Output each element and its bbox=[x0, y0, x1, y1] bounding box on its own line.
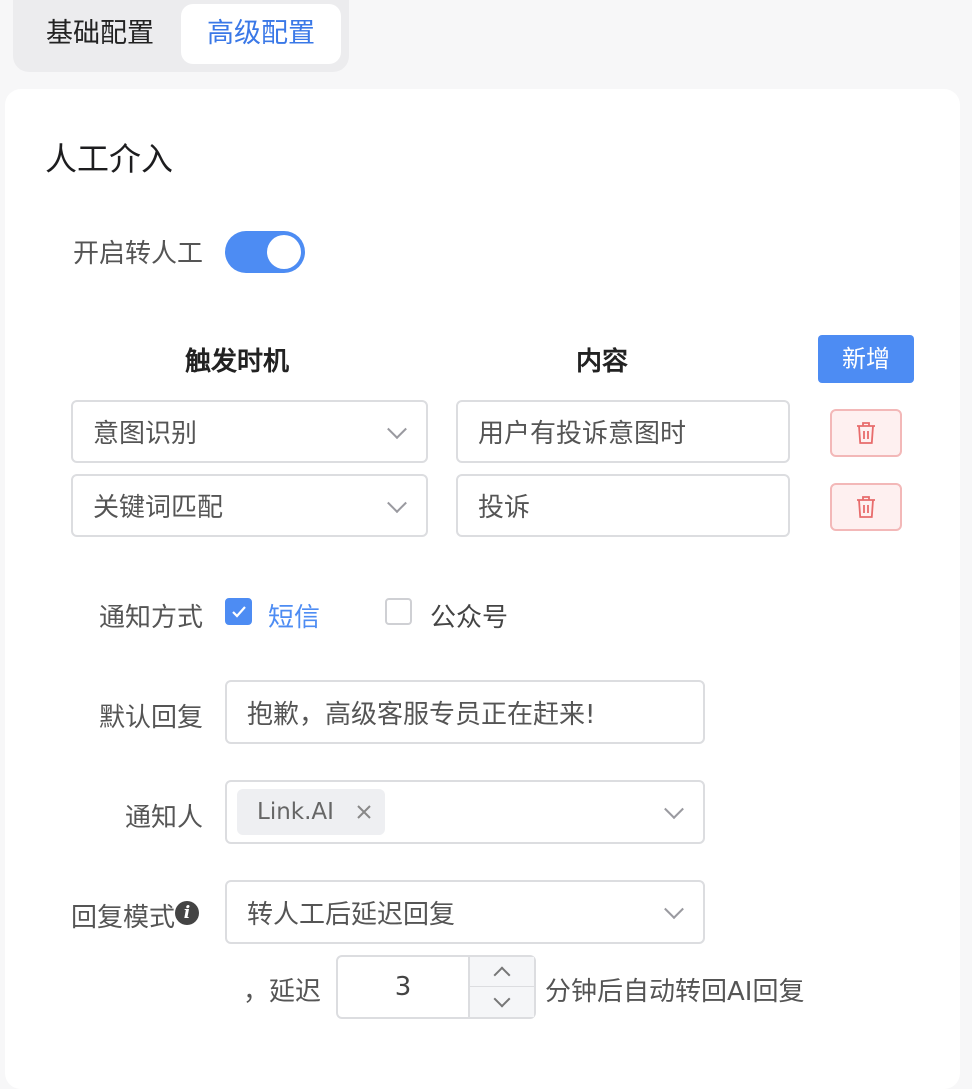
chevron-down-icon bbox=[664, 799, 684, 820]
default-reply-input[interactable]: 抱歉，高级客服专员正在赶来! bbox=[225, 680, 705, 744]
increment-button[interactable] bbox=[470, 957, 536, 987]
tab-advanced-config[interactable]: 高级配置 bbox=[181, 4, 341, 64]
delay-value[interactable]: 3 bbox=[338, 957, 468, 1017]
trigger-timing-select[interactable]: 意图识别 bbox=[71, 400, 428, 463]
sms-label[interactable]: 短信 bbox=[268, 597, 320, 634]
notify-method-label: 通知方式 bbox=[98, 603, 203, 633]
delete-trigger-button[interactable] bbox=[830, 409, 902, 457]
trigger-timing-select[interactable]: 关键词匹配 bbox=[71, 474, 428, 537]
reply-mode-label: 回复模式 bbox=[70, 903, 175, 933]
config-tabs: 基础配置 高级配置 bbox=[13, 0, 349, 72]
default-reply-label: 默认回复 bbox=[98, 703, 203, 733]
delay-stepper[interactable]: 3 bbox=[336, 955, 536, 1019]
trash-icon bbox=[857, 496, 875, 518]
trigger-content-input[interactable]: 投诉 bbox=[456, 474, 790, 537]
sms-checkbox[interactable] bbox=[225, 598, 252, 625]
tag-label: Link.AI bbox=[257, 799, 334, 825]
transfer-label: 开启转人工 bbox=[72, 239, 203, 269]
switch-knob bbox=[267, 235, 301, 269]
trigger-content-input[interactable]: 用户有投诉意图时 bbox=[456, 400, 790, 463]
delay-prefix: ，延迟 bbox=[243, 977, 322, 1007]
reply-mode-select[interactable]: 转人工后延迟回复 bbox=[225, 880, 705, 944]
chevron-down-icon bbox=[493, 990, 511, 1008]
chevron-down-icon bbox=[387, 492, 407, 513]
info-icon[interactable]: i bbox=[175, 901, 199, 925]
transfer-switch[interactable] bbox=[225, 231, 305, 273]
trash-icon bbox=[857, 422, 875, 444]
default-reply-value: 抱歉，高级客服专员正在赶来! bbox=[247, 699, 596, 730]
delete-trigger-button[interactable] bbox=[830, 483, 902, 531]
delay-suffix: 分钟后自动转回AI回复 bbox=[545, 977, 805, 1007]
trigger-timing-value: 关键词匹配 bbox=[93, 493, 224, 523]
column-header-timing: 触发时机 bbox=[185, 347, 290, 377]
trigger-content-value: 投诉 bbox=[478, 493, 531, 523]
tab-basic-config[interactable]: 基础配置 bbox=[27, 4, 173, 64]
wechat-official-label[interactable]: 公众号 bbox=[430, 597, 508, 634]
chevron-down-icon bbox=[664, 899, 684, 920]
notify-person-tag: Link.AI bbox=[237, 789, 385, 835]
trigger-timing-value: 意图识别 bbox=[93, 419, 198, 449]
notify-person-label: 通知人 bbox=[124, 803, 203, 833]
reply-mode-value: 转人工后延迟回复 bbox=[247, 899, 456, 930]
column-header-content: 内容 bbox=[576, 347, 629, 377]
section-title: 人工介入 bbox=[45, 140, 174, 178]
chevron-up-icon bbox=[493, 966, 511, 984]
stepper-controls bbox=[468, 957, 536, 1017]
check-icon bbox=[231, 605, 246, 618]
decrement-button[interactable] bbox=[470, 987, 536, 1017]
trigger-content-value: 用户有投诉意图时 bbox=[478, 419, 687, 449]
wechat-official-checkbox[interactable] bbox=[385, 598, 412, 625]
chevron-down-icon bbox=[387, 418, 407, 439]
close-icon[interactable] bbox=[351, 799, 377, 825]
advanced-config-card: 人工介入 开启转人工 触发时机 内容 新增 意图识别 用户有投诉意图时 关键词匹… bbox=[5, 89, 960, 1089]
add-trigger-button[interactable]: 新增 bbox=[818, 335, 914, 383]
